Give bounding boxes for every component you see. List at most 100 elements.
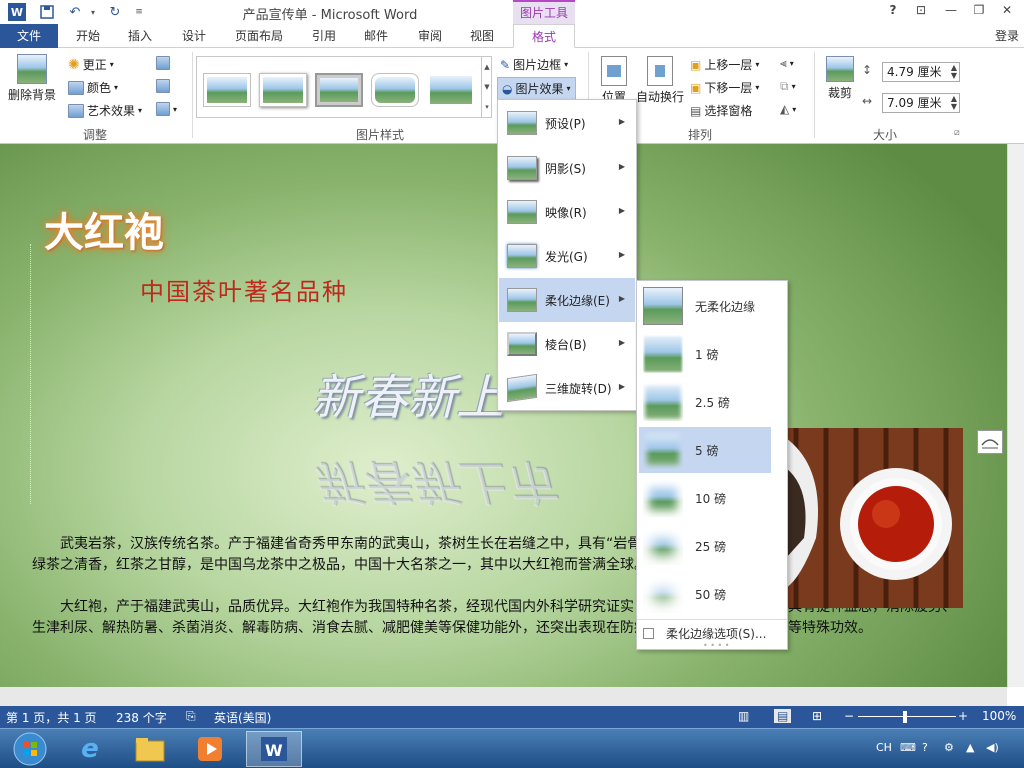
undo-icon[interactable]: ↶ xyxy=(66,3,84,21)
undo-dropdown-icon[interactable]: ▾ xyxy=(84,3,102,21)
picture-style-1[interactable] xyxy=(203,73,251,107)
document-subheading[interactable]: 中国茶叶著名品种 xyxy=(140,272,348,307)
soft-edge-none[interactable]: 无柔化边缘 xyxy=(639,283,771,329)
effects-shadow-item[interactable]: 阴影(S) ▶ xyxy=(499,146,635,190)
tab-mailings[interactable]: 邮件 xyxy=(354,24,398,48)
artistic-effects-button[interactable]: 艺术效果 ▾ xyxy=(68,102,142,119)
soft-edge-50pt[interactable]: 50 磅 xyxy=(639,571,771,617)
tab-format[interactable]: 格式 xyxy=(513,24,575,48)
keyboard-icon[interactable]: ⌨ xyxy=(900,741,916,754)
effects-reflection-item[interactable]: 映像(R) ▶ xyxy=(499,190,635,234)
picture-effects-button[interactable]: ◒ 图片效果 ▾ xyxy=(497,77,576,100)
input-language[interactable]: CH xyxy=(876,741,892,754)
zoom-in-icon[interactable]: + xyxy=(958,709,968,723)
help-tray-icon[interactable]: ? xyxy=(922,741,928,754)
tab-home[interactable]: 开始 xyxy=(66,24,110,48)
word-count[interactable]: 238 个字 xyxy=(116,709,167,726)
tab-review[interactable]: 审阅 xyxy=(408,24,452,48)
document-heading[interactable]: 大红袍 xyxy=(44,200,164,258)
chevron-down-icon: ▾ xyxy=(173,104,178,114)
width-spinner[interactable]: 7.09 厘米 ▲ ▼ xyxy=(882,93,960,113)
corrections-button[interactable]: ✺ 更正 ▾ xyxy=(68,56,114,73)
settings-tray-icon[interactable]: ⚙ xyxy=(944,741,954,754)
tab-page-layout[interactable]: 页面布局 xyxy=(228,24,290,48)
soft-edge-10pt[interactable]: 10 磅 xyxy=(639,475,771,521)
reset-picture-button[interactable]: ▾ xyxy=(156,102,177,116)
picture-style-3[interactable] xyxy=(315,73,363,107)
show-hidden-icons-icon[interactable]: ▲ xyxy=(966,741,974,754)
tab-insert[interactable]: 插入 xyxy=(118,24,162,48)
effects-3d-rotation-label: 三维旋转(D) xyxy=(545,381,612,396)
customize-qat-icon[interactable]: ≡ xyxy=(130,3,148,21)
change-picture-button[interactable] xyxy=(156,79,170,93)
remove-background-button[interactable]: 删除背景 xyxy=(6,54,58,103)
spinner-arrows-icon[interactable]: ▲ ▼ xyxy=(951,95,957,111)
size-dialog-launcher-icon[interactable]: ⧄ xyxy=(954,128,960,138)
minimize-icon[interactable]: — xyxy=(940,3,962,21)
proofing-icon[interactable]: ⎘ xyxy=(186,709,196,724)
layout-options-button[interactable] xyxy=(977,430,1003,454)
spinner-arrows-icon[interactable]: ▲ ▼ xyxy=(951,64,957,80)
effects-preset-item[interactable]: 预设(P) ▶ xyxy=(499,101,635,145)
ribbon-display-options-icon[interactable]: ⊡ xyxy=(910,3,932,21)
position-button[interactable]: 位置 xyxy=(600,56,628,105)
compress-pictures-button[interactable] xyxy=(156,56,170,70)
bring-forward-button[interactable]: ▣ 上移一层 ▾ xyxy=(690,56,759,73)
submenu-arrow-icon: ▶ xyxy=(618,206,625,215)
selection-pane-icon: ▤ xyxy=(690,103,702,118)
restore-icon[interactable]: ❐ xyxy=(968,3,990,21)
zoom-level[interactable]: 100% xyxy=(982,709,1016,723)
soft-edge-1pt[interactable]: 1 磅 xyxy=(639,331,771,377)
word-taskbar-button[interactable]: W xyxy=(246,731,302,767)
crop-button[interactable]: 裁剪 xyxy=(824,56,856,101)
effects-3d-rotation-item[interactable]: 三维旋转(D) ▶ xyxy=(499,366,635,410)
resize-grip-icon[interactable]: • • • • xyxy=(703,641,730,650)
close-icon[interactable]: ✕ xyxy=(996,3,1018,21)
effects-bevel-item[interactable]: 棱台(B) ▶ xyxy=(499,322,635,366)
send-backward-button[interactable]: ▣ 下移一层 ▾ xyxy=(690,79,759,96)
tab-view[interactable]: 视图 xyxy=(460,24,504,48)
effects-soft-edges-item[interactable]: 柔化边缘(E) ▶ xyxy=(499,278,635,322)
sign-in-link[interactable]: 登录 xyxy=(990,24,1024,48)
rotate-button[interactable]: ◭ ▾ xyxy=(780,102,796,116)
save-icon[interactable] xyxy=(38,3,56,21)
redo-icon[interactable]: ↻ xyxy=(106,3,124,21)
zoom-slider-thumb[interactable] xyxy=(903,711,907,723)
wordart-text[interactable]: 新春新上 xyxy=(312,358,504,428)
language-indicator[interactable]: 英语(美国) xyxy=(214,709,271,726)
picture-style-4[interactable] xyxy=(371,73,419,107)
soft-edge-25pt[interactable]: 25 磅 xyxy=(639,523,771,569)
vertical-scrollbar[interactable] xyxy=(1007,144,1024,687)
gallery-scroll[interactable]: ▲ ▼ ▾ xyxy=(481,57,492,117)
zoom-slider[interactable] xyxy=(858,716,956,717)
soft-edge-5pt[interactable]: 5 磅 xyxy=(639,427,771,473)
tea-photo[interactable] xyxy=(786,428,963,608)
print-layout-icon[interactable]: ▤ xyxy=(774,709,792,723)
group-button[interactable]: ⧉ ▾ xyxy=(780,79,796,94)
picture-style-5[interactable] xyxy=(427,73,475,107)
page-count[interactable]: 第 1 页，共 1 页 xyxy=(6,709,97,726)
media-player-taskbar-button[interactable] xyxy=(182,731,238,767)
start-button[interactable] xyxy=(2,731,58,767)
picture-styles-gallery[interactable]: ▲ ▼ ▾ xyxy=(196,56,492,118)
web-layout-icon[interactable]: ⊞ xyxy=(812,709,822,723)
zoom-out-icon[interactable]: − xyxy=(844,709,854,723)
soft-edge-2-5pt[interactable]: 2.5 磅 xyxy=(639,379,771,425)
align-button[interactable]: ⫷ ▾ xyxy=(780,56,794,71)
soft-edge-options-item[interactable]: 柔化边缘选项(S)... xyxy=(643,625,766,642)
volume-icon[interactable]: ◀) xyxy=(986,741,999,754)
color-button[interactable]: 颜色 ▾ xyxy=(68,79,118,96)
effects-glow-item[interactable]: 发光(G) ▶ xyxy=(499,234,635,278)
selection-pane-button[interactable]: ▤ 选择窗格 xyxy=(690,102,752,119)
picture-style-2[interactable] xyxy=(259,73,307,107)
ie-taskbar-button[interactable]: e xyxy=(62,731,118,767)
help-button[interactable]: ? xyxy=(882,3,904,21)
tab-design[interactable]: 设计 xyxy=(172,24,216,48)
wrap-text-button[interactable]: 自动换行 xyxy=(636,56,684,105)
height-spinner[interactable]: 4.79 厘米 ▲ ▼ xyxy=(882,62,960,82)
explorer-taskbar-button[interactable] xyxy=(122,731,178,767)
tab-references[interactable]: 引用 xyxy=(302,24,346,48)
read-mode-icon[interactable]: ▥ xyxy=(738,709,749,723)
tab-file[interactable]: 文件 xyxy=(0,24,58,48)
picture-border-button[interactable]: ✎ 图片边框 ▾ xyxy=(500,56,568,73)
